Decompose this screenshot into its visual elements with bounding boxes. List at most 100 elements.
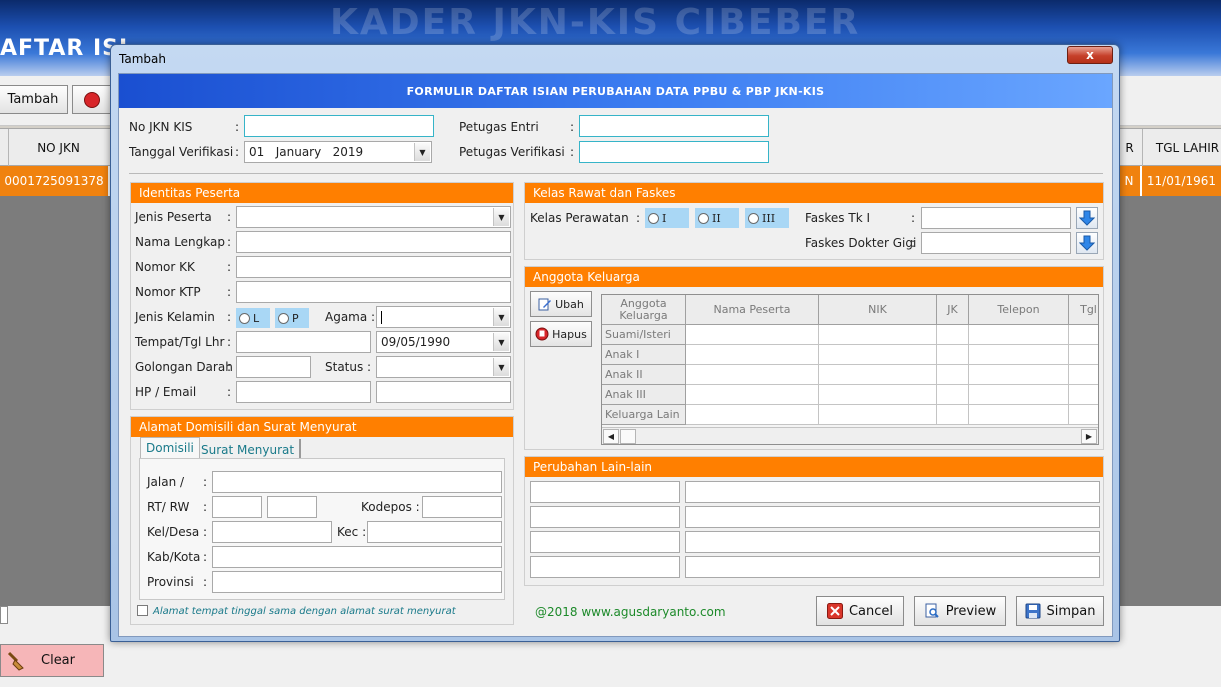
kab-kota-input[interactable]: [212, 546, 502, 568]
gender-p-radio[interactable]: P: [275, 308, 309, 328]
tanggal-verifikasi-picker[interactable]: 01 January 2019 ▼: [244, 141, 432, 163]
horizontal-scrollbar[interactable]: ◀ ▶: [602, 427, 1098, 444]
kodepos-input[interactable]: [422, 496, 502, 518]
grid-cell[interactable]: [1069, 345, 1098, 365]
faskes-tk1-input[interactable]: [921, 207, 1071, 229]
kelas-i-radio[interactable]: I: [645, 208, 689, 228]
grid-cell[interactable]: [1069, 385, 1098, 405]
grid-cell[interactable]: [819, 385, 937, 405]
agama-select[interactable]: ▼: [376, 306, 511, 328]
perubahan-field-4a[interactable]: [530, 556, 680, 578]
grid-cell[interactable]: [686, 345, 819, 365]
kec-input[interactable]: [367, 521, 502, 543]
cancel-button[interactable]: Cancel: [816, 596, 904, 626]
hapus-button[interactable]: Hapus: [530, 321, 592, 347]
chevron-down-icon[interactable]: ▼: [414, 143, 430, 161]
grid-cell[interactable]: [937, 325, 969, 345]
column-header-tgl-lahir[interactable]: TGL LAHIR: [1142, 129, 1221, 167]
perubahan-field-3a[interactable]: [530, 531, 680, 553]
perubahan-field-1b[interactable]: [685, 481, 1100, 503]
petugas-verifikasi-input[interactable]: [579, 141, 769, 163]
rw-input[interactable]: [267, 496, 317, 518]
grid-cell[interactable]: [969, 345, 1069, 365]
chevron-down-icon[interactable]: ▼: [493, 333, 509, 351]
same-address-checkbox[interactable]: [137, 605, 148, 616]
kel-desa-input[interactable]: [212, 521, 332, 543]
faskes-tk1-lookup-button[interactable]: [1076, 207, 1098, 229]
row-header-suami-isteri[interactable]: Suami/Isteri: [602, 325, 686, 345]
perubahan-field-2b[interactable]: [685, 506, 1100, 528]
grid-cell[interactable]: [969, 325, 1069, 345]
nomor-kk-input[interactable]: [236, 256, 511, 278]
perubahan-field-4b[interactable]: [685, 556, 1100, 578]
grid-cell[interactable]: [937, 405, 969, 425]
preview-button[interactable]: Preview: [914, 596, 1006, 626]
grid-cell[interactable]: [819, 405, 937, 425]
grid-cell[interactable]: [686, 325, 819, 345]
simpan-button[interactable]: Simpan: [1016, 596, 1104, 626]
kelas-ii-radio[interactable]: II: [695, 208, 739, 228]
chevron-down-icon[interactable]: ▼: [493, 358, 509, 376]
grid-cell[interactable]: [1069, 365, 1098, 385]
tanggal-lahir-picker[interactable]: 09/05/1990 ▼: [376, 331, 511, 353]
column-header-tgl[interactable]: Tgl: [1069, 295, 1098, 325]
jalan-input[interactable]: [212, 471, 502, 493]
grid-cell[interactable]: [819, 345, 937, 365]
stop-button[interactable]: [72, 85, 112, 114]
grid-cell[interactable]: [819, 325, 937, 345]
column-header-jk[interactable]: JK: [937, 295, 969, 325]
grid-cell[interactable]: [937, 365, 969, 385]
grid-cell[interactable]: [686, 365, 819, 385]
perubahan-field-2a[interactable]: [530, 506, 680, 528]
faskes-gigi-input[interactable]: [921, 232, 1071, 254]
petugas-entri-input[interactable]: [579, 115, 769, 137]
grid-cell[interactable]: [969, 385, 1069, 405]
perubahan-field-1a[interactable]: [530, 481, 680, 503]
faskes-gigi-lookup-button[interactable]: [1076, 232, 1098, 254]
tab-surat-menyurat[interactable]: Surat Menyurat: [196, 439, 302, 460]
grid-cell[interactable]: [937, 385, 969, 405]
provinsi-input[interactable]: [212, 571, 502, 593]
grid-cell[interactable]: [969, 365, 1069, 385]
column-header-anggota[interactable]: Anggota Keluarga: [602, 295, 686, 325]
gender-l-radio[interactable]: L: [236, 308, 270, 328]
column-header-r[interactable]: R: [1118, 129, 1140, 167]
column-header-no-jkn[interactable]: NO JKN: [8, 129, 108, 167]
grid-cell[interactable]: [1069, 405, 1098, 425]
tambah-button[interactable]: Tambah: [0, 85, 68, 114]
email-input[interactable]: [376, 381, 511, 403]
scroll-left-icon[interactable]: ◀: [603, 429, 619, 444]
status-select[interactable]: ▼: [376, 356, 511, 378]
column-header-nik[interactable]: NIK: [819, 295, 937, 325]
scroll-right-icon[interactable]: ▶: [1081, 429, 1097, 444]
row-header-anak-ii[interactable]: Anak II: [602, 365, 686, 385]
grid-cell[interactable]: [686, 405, 819, 425]
golongan-darah-input[interactable]: [236, 356, 311, 378]
no-jkn-input[interactable]: [244, 115, 434, 137]
grid-cell[interactable]: [1069, 325, 1098, 345]
clear-button[interactable]: Clear: [0, 644, 104, 677]
chevron-down-icon[interactable]: ▼: [493, 308, 509, 326]
column-header-telepon[interactable]: Telepon: [969, 295, 1069, 325]
grid-cell[interactable]: [969, 405, 1069, 425]
jenis-peserta-select[interactable]: ▼: [236, 206, 511, 228]
tempat-lahir-input[interactable]: [236, 331, 371, 353]
grid-cell[interactable]: [686, 385, 819, 405]
column-header-nama-peserta[interactable]: Nama Peserta: [686, 295, 819, 325]
chevron-down-icon[interactable]: ▼: [493, 208, 509, 226]
row-header-anak-iii[interactable]: Anak III: [602, 385, 686, 405]
close-button[interactable]: x: [1067, 46, 1113, 64]
row-header-keluarga-lain[interactable]: Keluarga Lain: [602, 405, 686, 425]
rt-input[interactable]: [212, 496, 262, 518]
tab-domisili[interactable]: Domisili: [140, 437, 200, 458]
nomor-ktp-input[interactable]: [236, 281, 511, 303]
hp-input[interactable]: [236, 381, 371, 403]
grid-cell[interactable]: [937, 345, 969, 365]
ubah-button[interactable]: Ubah: [530, 291, 592, 317]
anggota-keluarga-grid[interactable]: Anggota Keluarga Nama Peserta NIK JK Tel…: [601, 294, 1099, 445]
nama-lengkap-input[interactable]: [236, 231, 511, 253]
perubahan-field-3b[interactable]: [685, 531, 1100, 553]
kelas-iii-radio[interactable]: III: [745, 208, 789, 228]
scroll-thumb[interactable]: [620, 429, 636, 444]
grid-cell[interactable]: [819, 365, 937, 385]
